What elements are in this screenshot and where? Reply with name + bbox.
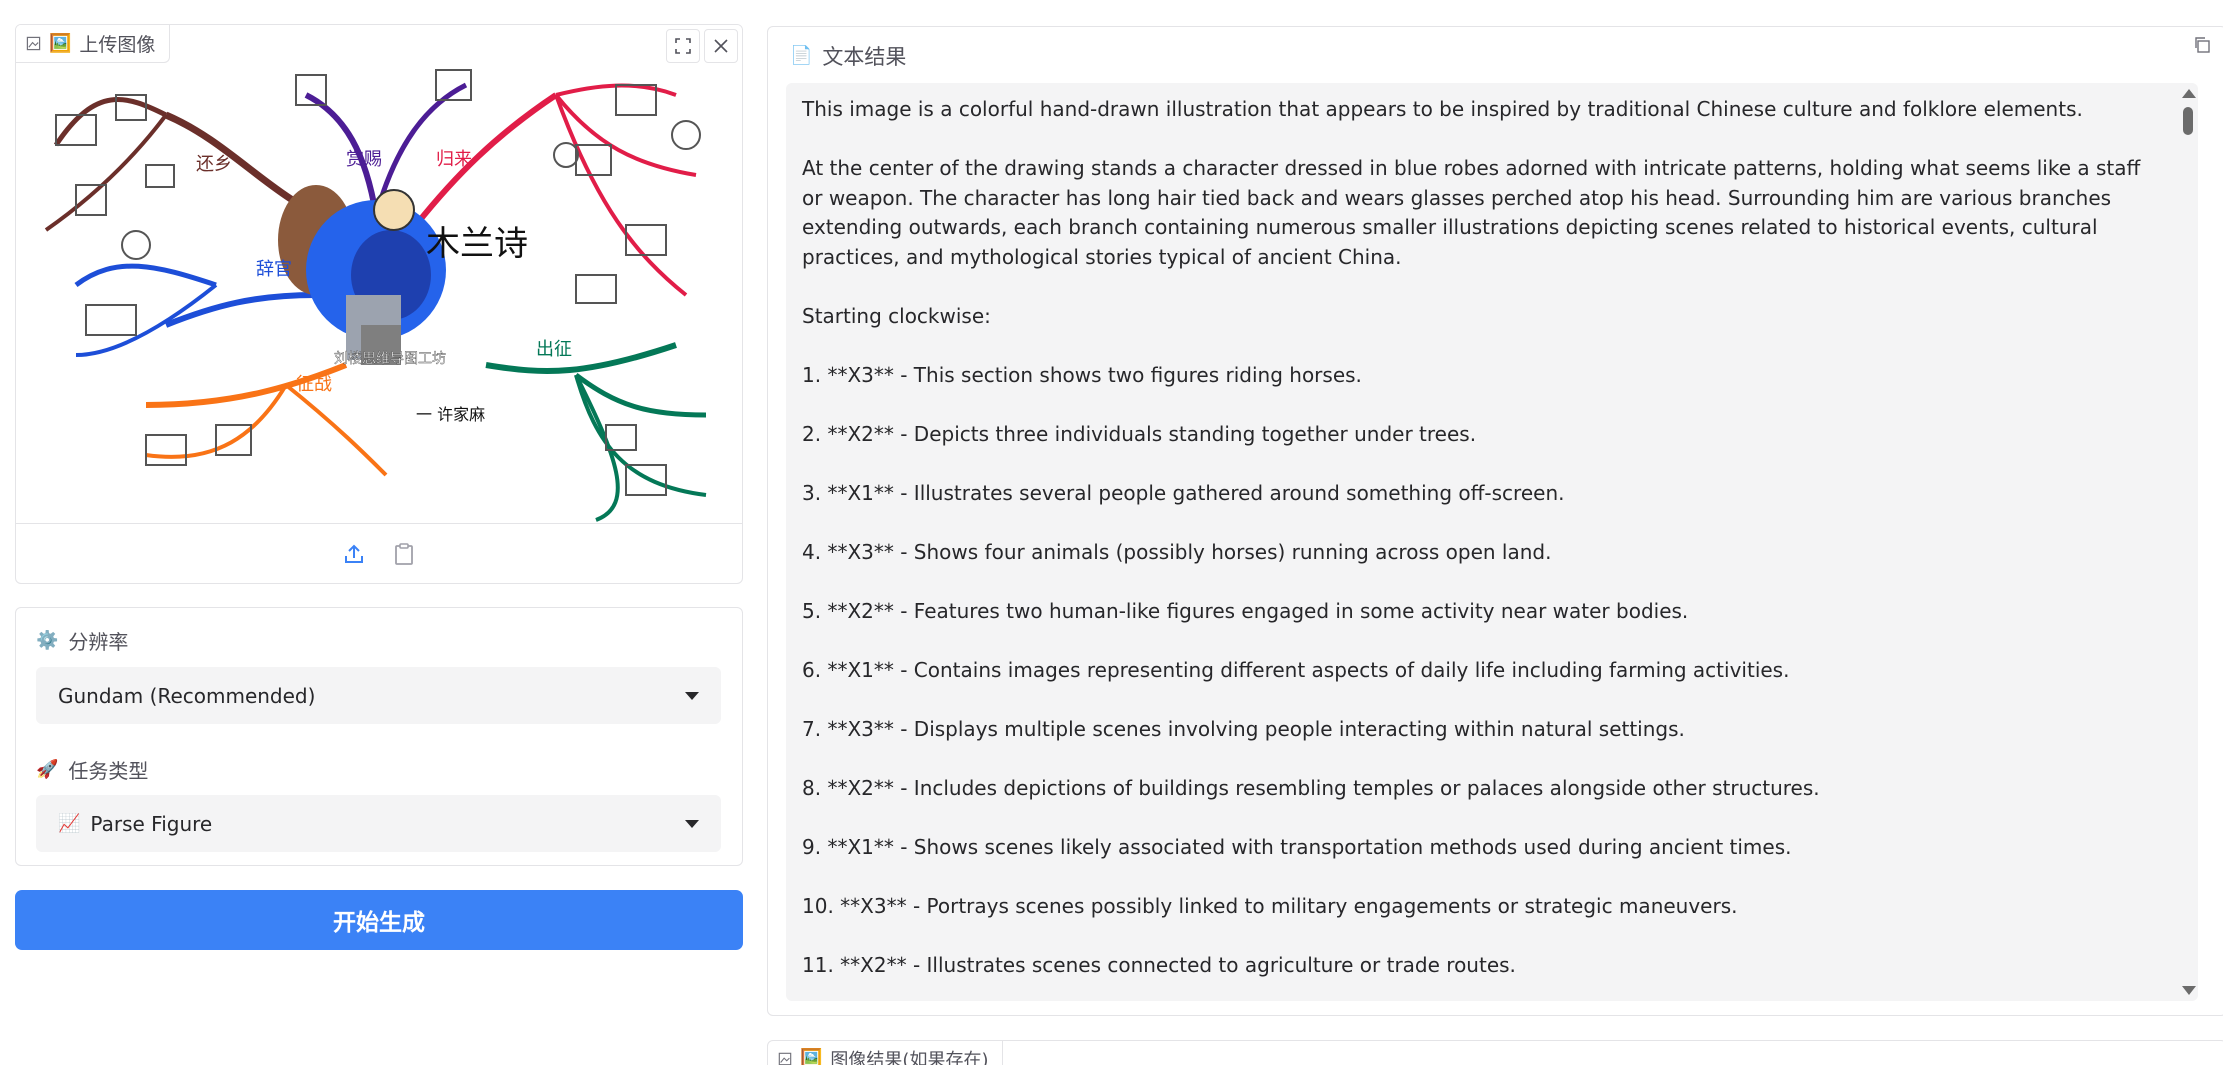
rocket-icon: 🚀	[36, 758, 59, 780]
chart-icon: 📈	[58, 812, 81, 834]
picture-emoji-icon: 🖼️	[800, 1047, 823, 1065]
text-result-output[interactable]: This image is a colorful hand-drawn illu…	[786, 83, 2198, 1001]
text-result-panel: 📄 文本结果 This image is a colorful hand-dra…	[767, 26, 2223, 1016]
image-result-label: 🖼️ 图像结果(如果存在)	[768, 1041, 1004, 1065]
upload-icon	[345, 544, 363, 563]
result-paragraph: 4. **X3** - Shows four animals (possibly…	[802, 539, 1552, 564]
upload-footer	[16, 523, 742, 583]
node-label: 辞官	[256, 259, 292, 280]
resolution-label: ⚙️ 分辨率	[36, 626, 128, 655]
resolution-dropdown[interactable]: Gundam (Recommended)	[36, 667, 721, 724]
scroll-up-arrow-icon[interactable]	[2182, 89, 2196, 98]
image-watermark: 刘楼思维导图工坊	[334, 351, 446, 367]
fullscreen-button[interactable]	[666, 29, 700, 63]
node-label: 赏赐	[346, 149, 382, 170]
gear-icon: ⚙️	[36, 629, 59, 651]
node-label: 出征	[536, 339, 572, 360]
scroll-thumb[interactable]	[2183, 107, 2193, 135]
result-paragraph: 5. **X2** - Features two human-like figu…	[802, 598, 1689, 623]
resolution-selected-value: Gundam (Recommended)	[58, 683, 316, 708]
node-label: 征战	[296, 374, 332, 395]
result-paragraph: 3. **X1** - Illustrates several people g…	[802, 480, 1565, 505]
task-type-selected-value: Parse Figure	[90, 811, 213, 836]
image-toolbar	[666, 29, 738, 63]
image-upload-panel[interactable]: 还乡 辞官 征战 出征 归来 赏赐 木兰诗 一 许家麻 刘楼思维导图工坊 🖼️ …	[15, 24, 743, 584]
uploaded-mindmap-image: 还乡 辞官 征战 出征 归来 赏赐 木兰诗 一 许家麻 刘楼思维导图工坊	[16, 25, 742, 523]
text-scrollbar[interactable]	[2178, 83, 2198, 1001]
resolution-label-text: 分辨率	[68, 630, 129, 654]
result-paragraph: Starting clockwise:	[802, 303, 991, 328]
image-result-panel: 🖼️ 图像结果(如果存在)	[767, 1040, 2223, 1065]
picture-emoji-icon: 🖼️	[49, 32, 72, 54]
generate-button[interactable]: 开始生成	[15, 890, 743, 950]
upload-image-label: 🖼️ 上传图像	[16, 25, 171, 63]
task-type-label-text: 任务类型	[68, 759, 149, 783]
result-paragraph: This image is a colorful hand-drawn illu…	[802, 97, 2083, 121]
result-paragraph: 10. **X3** - Portrays scenes possibly li…	[802, 893, 1738, 918]
result-paragraph: 1. **X3** - This section shows two figur…	[802, 362, 1362, 387]
settings-panel: ⚙️ 分辨率 Gundam (Recommended) 🚀 任务类型 📈 Par…	[15, 607, 743, 866]
node-label: 归来	[436, 149, 472, 170]
paste-clipboard-button[interactable]	[390, 540, 418, 568]
result-paragraph: 7. **X3** - Displays multiple scenes inv…	[802, 716, 1685, 741]
image-icon	[26, 36, 41, 51]
fullscreen-icon	[675, 38, 691, 54]
clear-image-button[interactable]	[704, 29, 738, 63]
task-type-label: 🚀 任务类型	[36, 755, 148, 784]
upload-button[interactable]	[340, 540, 368, 568]
close-icon	[714, 39, 728, 53]
result-paragraph: At the center of the drawing stands a ch…	[802, 156, 2141, 269]
chevron-down-icon	[685, 819, 699, 828]
chevron-down-icon	[685, 691, 699, 700]
result-paragraph: 9. **X1** - Shows scenes likely associat…	[802, 834, 1792, 859]
scroll-down-arrow-icon[interactable]	[2182, 986, 2196, 995]
result-paragraph: 2. **X2** - Depicts three individuals st…	[802, 421, 1477, 446]
clipboard-icon	[395, 542, 413, 565]
copy-button[interactable]	[2188, 31, 2216, 59]
copy-icon	[2195, 37, 2210, 53]
image-title: 木兰诗	[426, 224, 528, 264]
result-paragraph: 6. **X1** - Contains images representing…	[802, 657, 1790, 682]
result-paragraph: 8. **X2** - Includes depictions of build…	[802, 775, 1820, 800]
result-paragraph: 11. **X2** - Illustrates scenes connecte…	[802, 952, 1516, 977]
text-result-title: 📄 文本结果	[790, 41, 906, 71]
image-result-label-text: 图像结果(如果存在)	[830, 1049, 989, 1065]
task-type-dropdown[interactable]: 📈 Parse Figure	[36, 795, 721, 852]
image-icon	[778, 1052, 792, 1065]
node-label: 还乡	[196, 154, 232, 175]
document-icon: 📄	[790, 45, 813, 66]
image-subtitle: 一 许家麻	[416, 405, 485, 424]
upload-label-text: 上传图像	[79, 34, 156, 56]
text-result-title-text: 文本结果	[822, 45, 907, 69]
